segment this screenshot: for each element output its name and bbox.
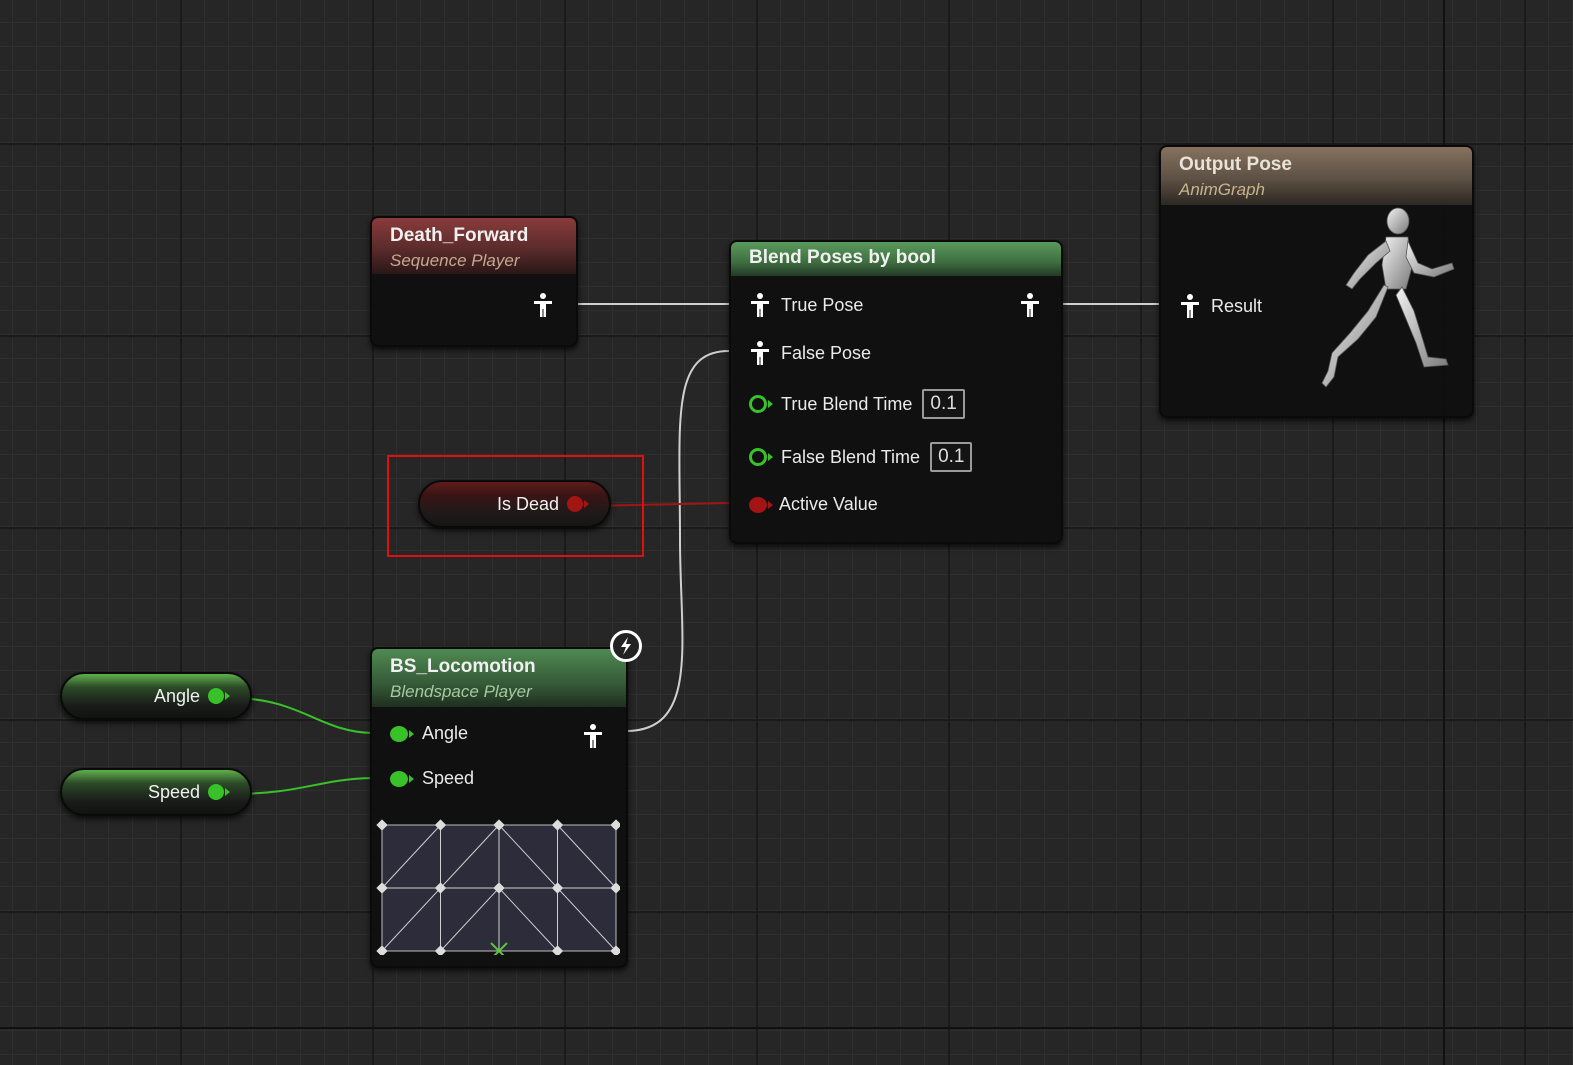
bs-pose-out-pin[interactable] <box>582 723 604 749</box>
speed-var-label: Speed <box>147 781 200 802</box>
true-blend-time-label: True Blend Time <box>781 393 913 414</box>
node-title: BS_Locomotion <box>390 656 536 677</box>
is-dead-label: Is Dead <box>496 493 559 514</box>
bool-pin-icon[interactable] <box>567 496 583 512</box>
speed-pin-label: Speed <box>422 768 475 788</box>
speed-input-pin[interactable]: Speed <box>390 768 474 789</box>
pin-arrow-icon <box>768 500 773 509</box>
pin-arrow-icon <box>409 729 414 738</box>
wire-angle-var-to-angle <box>231 697 373 734</box>
true-blend-time-input[interactable]: 0.1 <box>922 389 965 419</box>
pose-icon <box>1021 293 1039 317</box>
blend-poses-header[interactable]: Blend Poses by bool <box>731 242 1061 276</box>
float-pin-icon <box>749 448 767 466</box>
output-pose-node[interactable]: Output Pose AnimGraph Result <box>1159 145 1474 418</box>
death-forward-pose-out-pin[interactable] <box>532 292 554 318</box>
pose-icon <box>751 341 769 365</box>
pin-arrow-icon <box>225 788 230 796</box>
pin-arrow-icon <box>409 774 414 783</box>
active-value-label: Active Value <box>779 494 878 514</box>
true-blend-time-pin[interactable]: True Blend Time 0.1 <box>749 389 965 419</box>
is-dead-variable-node[interactable]: Is Dead <box>418 480 611 528</box>
pose-icon <box>751 293 769 317</box>
death-forward-node[interactable]: Death_Forward Sequence Player <box>370 216 578 347</box>
graph-axis-horizontal <box>0 1027 1573 1029</box>
float-pin-icon[interactable] <box>208 784 224 800</box>
pose-icon <box>534 293 552 317</box>
wire-speed-var-to-speed <box>231 777 373 795</box>
node-subtitle: Blendspace Player <box>390 682 532 701</box>
pose-icon <box>1181 294 1199 318</box>
output-pose-header[interactable]: Output Pose AnimGraph <box>1161 147 1472 205</box>
blendspace-grid-preview <box>376 819 620 955</box>
blend-poses-node[interactable]: Blend Poses by bool True Pose False Pose… <box>729 240 1063 544</box>
float-pin-icon <box>749 395 767 413</box>
angle-variable-node[interactable]: Angle <box>60 672 252 720</box>
node-title: Output Pose <box>1179 154 1292 175</box>
blend-pose-out-pin[interactable] <box>1019 292 1041 318</box>
pose-icon <box>584 724 602 748</box>
pin-arrow-icon <box>768 400 773 408</box>
false-pose-label: False Pose <box>781 342 872 363</box>
node-subtitle: AnimGraph <box>1179 180 1265 199</box>
angle-pin-label: Angle <box>422 723 469 743</box>
bs-locomotion-header[interactable]: BS_Locomotion Blendspace Player <box>372 649 626 707</box>
node-title: Blend Poses by bool <box>749 247 936 268</box>
death-forward-header[interactable]: Death_Forward Sequence Player <box>372 218 576 274</box>
angle-input-pin[interactable]: Angle <box>390 723 468 744</box>
false-blend-time-label: False Blend Time <box>781 446 921 467</box>
bs-locomotion-node[interactable]: BS_Locomotion Blendspace Player Angle Sp… <box>370 647 628 968</box>
node-title: Death_Forward <box>390 225 529 246</box>
false-blend-time-input[interactable]: 0.1 <box>930 442 973 472</box>
true-pose-label: True Pose <box>781 294 864 315</box>
pin-arrow-icon <box>584 500 589 508</box>
lightning-bolt-icon <box>610 630 642 662</box>
float-pin-icon <box>390 725 408 742</box>
bool-pin-icon <box>749 496 767 513</box>
running-mannequin-icon <box>1321 207 1455 388</box>
angle-var-label: Angle <box>153 685 200 706</box>
active-value-pin[interactable]: Active Value <box>749 494 878 515</box>
pin-arrow-icon <box>768 453 773 461</box>
result-pin[interactable]: Result <box>1179 293 1262 319</box>
true-pose-pin[interactable]: True Pose <box>749 292 863 318</box>
pin-arrow-icon <box>225 692 230 700</box>
node-subtitle: Sequence Player <box>390 251 520 270</box>
false-blend-time-pin[interactable]: False Blend Time 0.1 <box>749 442 973 472</box>
false-pose-pin[interactable]: False Pose <box>749 340 871 366</box>
float-pin-icon <box>390 770 408 787</box>
speed-variable-node[interactable]: Speed <box>60 768 252 816</box>
result-label: Result <box>1211 295 1263 316</box>
float-pin-icon[interactable] <box>208 688 224 704</box>
